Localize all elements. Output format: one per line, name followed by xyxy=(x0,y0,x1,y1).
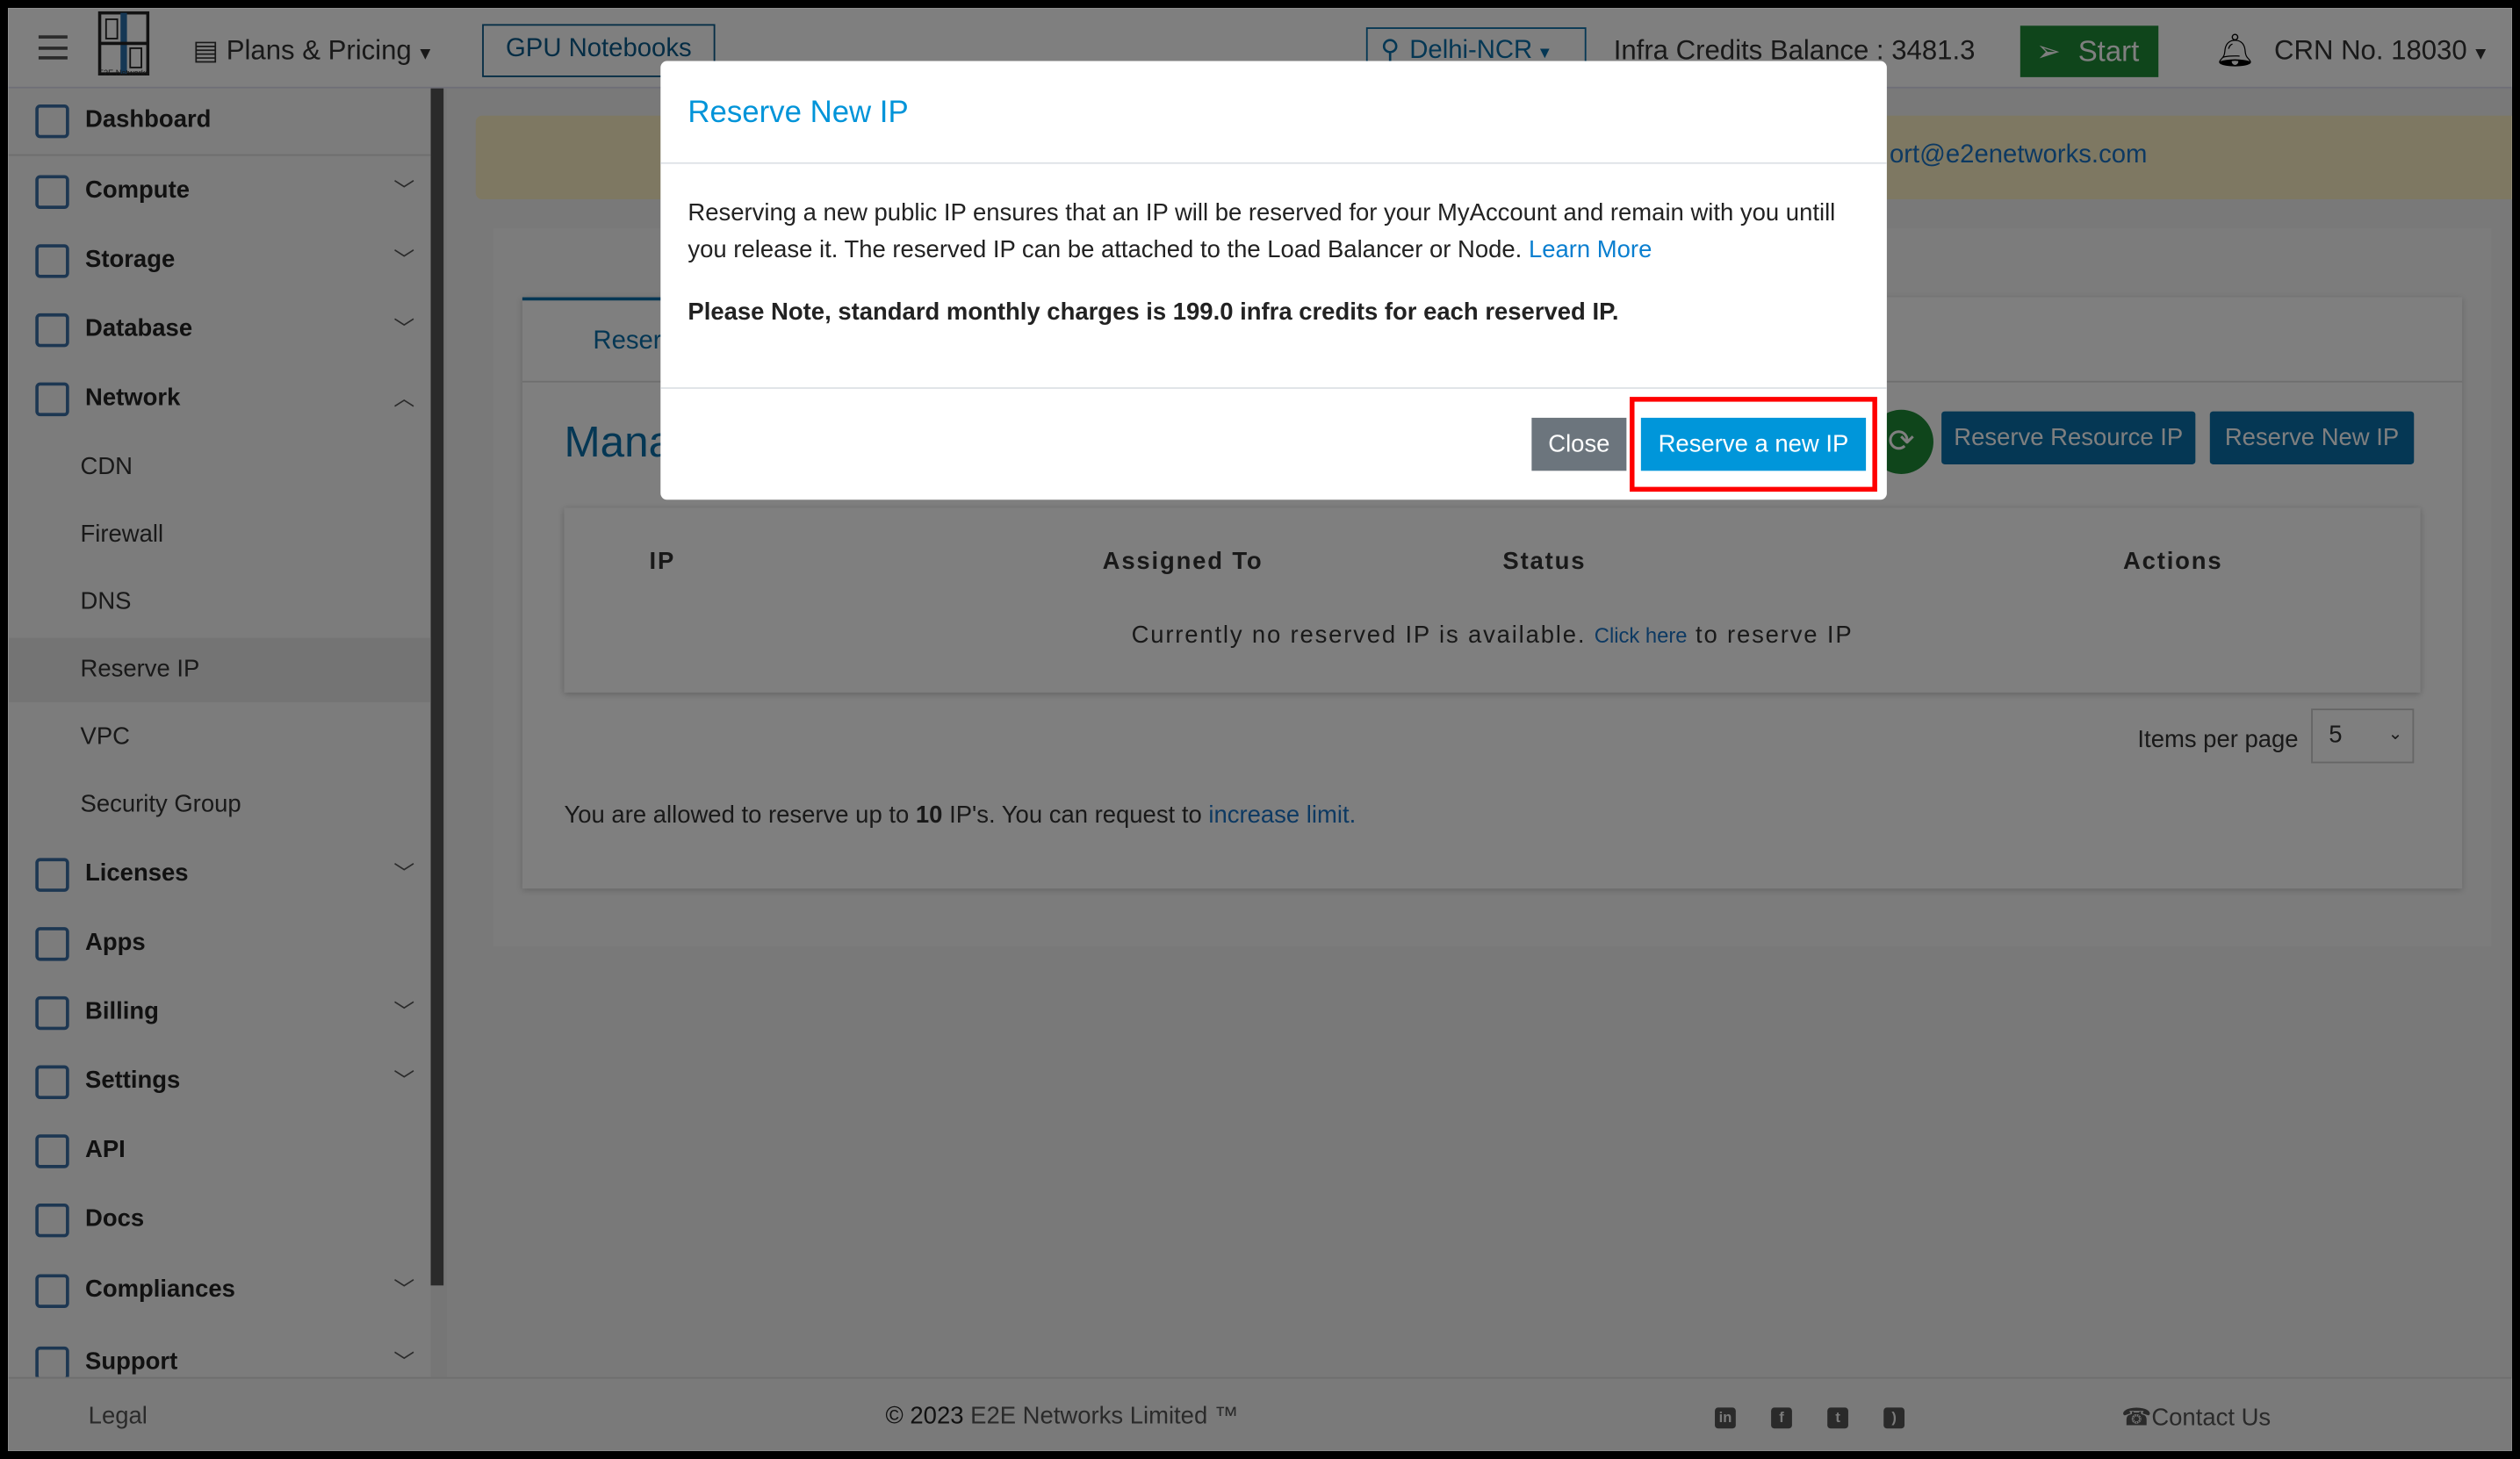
modal-note: Please Note, standard monthly charges is… xyxy=(688,298,1619,327)
close-button[interactable]: Close xyxy=(1531,417,1627,471)
learn-more-link[interactable]: Learn More xyxy=(1529,236,1652,263)
modal-body-text: Reserving a new public IP ensures that a… xyxy=(688,194,1861,268)
modal-footer-divider xyxy=(660,387,1887,389)
reserve-new-ip-modal: Reserve New IP Reserving a new public IP… xyxy=(660,61,1887,500)
highlight-box xyxy=(1630,397,1877,492)
modal-title: Reserve New IP xyxy=(688,96,909,131)
modal-description: Reserving a new public IP ensures that a… xyxy=(688,198,1836,264)
